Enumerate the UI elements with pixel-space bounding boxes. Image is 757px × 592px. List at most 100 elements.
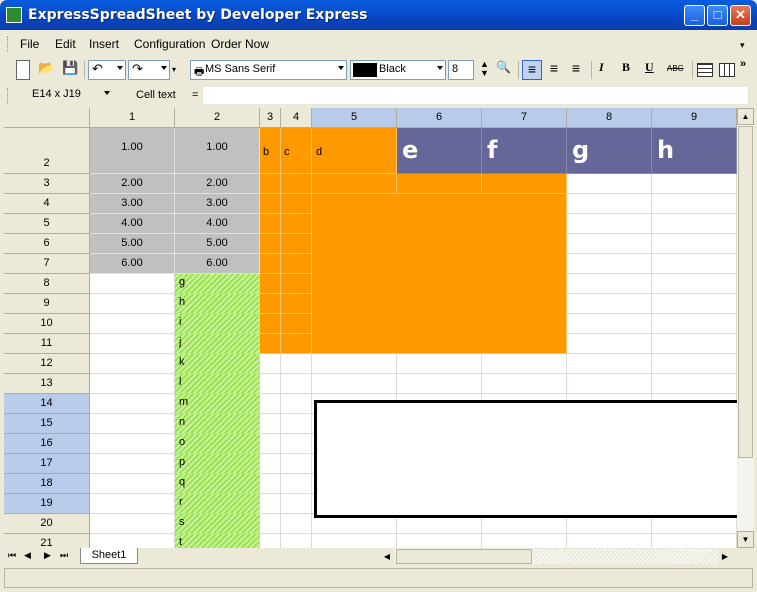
orange-cell[interactable] [260,234,281,254]
grid-cell[interactable] [281,374,312,394]
orange-cell[interactable] [312,174,397,194]
numeric-cell[interactable]: 3.00 [90,194,175,214]
corner-header[interactable] [4,108,90,128]
row-header[interactable]: 13 [4,374,90,394]
grid-cell[interactable] [567,194,652,214]
scroll-down-button[interactable]: ▼ [737,531,754,548]
menu-overflow-icon[interactable]: ▾ [740,40,745,51]
grid-cell[interactable] [397,534,482,548]
strikeout-button[interactable]: ABC [667,60,689,80]
row-header[interactable]: 11 [4,334,90,354]
menu-file[interactable]: File [20,37,39,51]
grid-cell[interactable] [397,374,482,394]
orange-cell[interactable] [281,334,312,354]
grid-cell[interactable] [90,454,175,474]
orange-cell[interactable] [281,174,312,194]
numeric-cell[interactable]: 5.00 [90,234,175,254]
row-header[interactable]: 21 [4,534,90,548]
grid-cell[interactable] [397,354,482,374]
orange-cell[interactable]: c [281,128,312,174]
grid-cell[interactable] [281,514,312,534]
grid-cell[interactable] [90,514,175,534]
new-file-icon[interactable] [16,60,30,80]
orange-cell[interactable] [281,274,312,294]
orange-cell[interactable]: b [260,128,281,174]
green-text-cell[interactable]: n [175,414,260,434]
grid-cell[interactable] [652,374,737,394]
grid-cell[interactable] [567,294,652,314]
font-size-input[interactable]: 8 [448,60,474,80]
cell-text-input[interactable] [202,86,749,105]
grid-cell[interactable] [90,374,175,394]
close-button[interactable]: ✕ [730,5,751,26]
column-header[interactable]: 1 [90,108,175,128]
row-header[interactable]: 14 [4,394,90,414]
numeric-cell[interactable]: 1.00 [90,128,175,174]
grid-cell[interactable] [90,394,175,414]
orange-cell[interactable] [281,294,312,314]
grid-cell[interactable] [281,354,312,374]
grid-cell[interactable] [260,534,281,548]
font-size-spin[interactable]: ▲ ▼ [480,60,490,80]
grid-cell[interactable] [482,374,567,394]
column-header[interactable]: 7 [482,108,567,128]
row-header[interactable]: 7 [4,254,90,274]
orange-cell[interactable] [260,194,281,214]
scroll-left-button[interactable]: ◀ [380,549,394,564]
column-header[interactable]: 4 [281,108,312,128]
grid-cell[interactable] [260,354,281,374]
grid-cell[interactable] [312,374,397,394]
grid-cell[interactable] [652,534,737,548]
grid-cell[interactable] [567,174,652,194]
row-header[interactable]: 18 [4,474,90,494]
green-text-cell[interactable]: m [175,394,260,414]
green-text-cell[interactable]: k [175,354,260,374]
row-header[interactable]: 3 [4,174,90,194]
prev-sheet-icon[interactable]: ◀ [24,550,31,561]
grid-cell[interactable] [260,514,281,534]
orange-cell[interactable] [281,214,312,234]
orange-cell[interactable] [260,334,281,354]
menu-configuration[interactable]: Configuration [134,37,205,51]
scroll-right-button[interactable]: ▶ [718,549,732,564]
numeric-cell[interactable]: 4.00 [90,214,175,234]
vertical-scroll-thumb[interactable] [738,126,753,458]
grid-cell[interactable] [90,434,175,454]
grid-cell[interactable] [652,234,737,254]
row-header[interactable]: 4 [4,194,90,214]
align-right-icon[interactable]: ≡ [567,60,585,80]
green-text-cell[interactable]: s [175,514,260,534]
numeric-cell[interactable]: 3.00 [175,194,260,214]
orange-merged-range[interactable] [312,194,567,354]
horizontal-scroll-thumb[interactable] [396,549,532,564]
grid-cell[interactable] [260,414,281,434]
menu-insert[interactable]: Insert [89,37,119,51]
grid-icon[interactable] [719,63,735,77]
grid-cell[interactable] [652,274,737,294]
bold-button[interactable]: B [622,60,636,80]
row-header[interactable]: 2 [4,128,90,174]
grid-cell[interactable] [281,394,312,414]
font-color-select[interactable]: Black [350,60,446,80]
orange-cell[interactable] [260,294,281,314]
numeric-cell[interactable]: 6.00 [90,254,175,274]
orange-cell[interactable] [260,174,281,194]
orange-cell[interactable] [260,314,281,334]
grid-cell[interactable] [281,454,312,474]
cell-reference-select[interactable]: E14 x J19 [14,86,112,105]
grid-cell[interactable] [652,334,737,354]
orange-cell[interactable] [482,174,567,194]
grid-cell[interactable] [90,354,175,374]
grid-cell[interactable] [652,354,737,374]
grid-cell[interactable] [90,314,175,334]
grid-cell[interactable] [90,494,175,514]
row-header[interactable]: 6 [4,234,90,254]
grid-cell[interactable] [260,394,281,414]
toolbar-overflow-icon[interactable]: ▾ [172,65,176,85]
grid-cell[interactable] [567,314,652,334]
grid-cell[interactable] [567,214,652,234]
underline-button[interactable]: U [645,60,659,80]
borders-icon[interactable] [697,63,713,77]
menu-order-now[interactable]: Order Now [211,37,269,51]
grid-cell[interactable] [652,214,737,234]
